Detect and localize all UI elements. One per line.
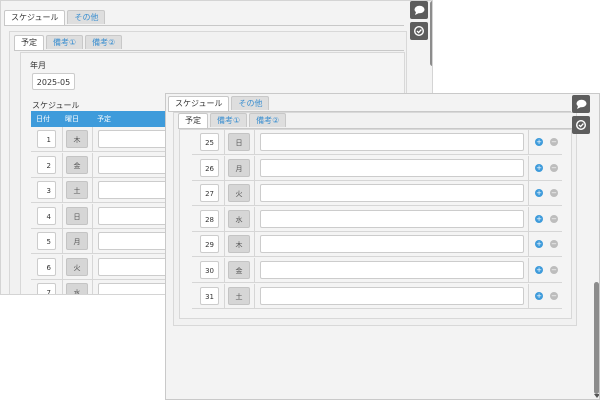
schedule-label: スケジュール (32, 101, 80, 110)
table-row: 30 金 + − (192, 258, 562, 283)
weekday-value: 火 (228, 184, 250, 203)
weekday-value: 水 (66, 283, 88, 294)
cell-divider (528, 283, 529, 308)
plan-input[interactable] (260, 158, 524, 177)
header-weekday: 曜日 (65, 115, 79, 123)
table-row: 29 木 + − (192, 232, 562, 258)
day-field[interactable]: 5 (37, 232, 56, 250)
header-day: 日付 (36, 115, 50, 123)
main-tabs-front: スケジュール その他 (168, 96, 270, 111)
subtab-plan-front[interactable]: 予定 (178, 113, 208, 128)
remove-row-icon[interactable]: − (550, 189, 558, 198)
subtab-plan[interactable]: 予定 (14, 35, 44, 50)
subtab-note1[interactable]: 備考① (46, 35, 84, 49)
schedule-panel-front: 予定 備考① 備考② 25 日 + −26 月 + −27 火 + −28 水 + −29 木 + −30 金 +… (173, 112, 577, 326)
weekday-value: 土 (228, 286, 250, 305)
remove-row-icon[interactable]: − (550, 163, 558, 172)
scrollbar-front[interactable] (594, 282, 599, 394)
remove-row-icon[interactable]: − (550, 240, 558, 249)
plan-input[interactable] (260, 235, 524, 254)
cell-divider (528, 130, 529, 154)
weekday-value: 火 (66, 257, 88, 276)
check-clock-icon[interactable] (410, 22, 428, 40)
plan-input[interactable] (260, 133, 524, 151)
cell-divider (528, 206, 529, 231)
day-field[interactable]: 7 (37, 283, 56, 294)
add-row-icon[interactable]: + (535, 138, 543, 146)
cell-divider (528, 258, 529, 282)
add-row-icon[interactable]: + (535, 189, 543, 198)
weekday-value: 月 (228, 158, 250, 177)
month-label: 年月 (30, 61, 46, 70)
table-row: 31 土 + − (192, 283, 562, 309)
add-row-icon[interactable]: + (535, 163, 543, 172)
weekday-value: 金 (66, 155, 88, 174)
weekday-value: 月 (66, 232, 88, 250)
plan-input[interactable] (260, 261, 524, 279)
add-row-icon[interactable]: + (535, 291, 543, 300)
scroll-down-arrow-icon[interactable] (594, 394, 599, 398)
table-row: 28 水 + − (192, 206, 562, 232)
plan-content-front: 25 日 + −26 月 + −27 火 + −28 水 + −29 木 + −30 金 + −31 土 + − (179, 129, 572, 319)
weekday-value: 木 (228, 235, 250, 254)
day-field[interactable]: 28 (200, 209, 219, 228)
table-row: 27 火 + − (192, 181, 562, 207)
cell-divider (528, 155, 529, 180)
remove-row-icon[interactable]: − (550, 138, 558, 146)
table-row: 26 月 + − (192, 155, 562, 181)
remove-row-icon[interactable]: − (550, 266, 558, 274)
plan-input[interactable] (260, 286, 524, 305)
weekday-value: 日 (66, 206, 88, 225)
day-field[interactable]: 2 (37, 155, 56, 174)
chat-bubble-icon-front[interactable] (572, 95, 590, 113)
tab-schedule-front[interactable]: スケジュール (168, 96, 230, 111)
sub-tabs-front: 予定 備考① 備考② (178, 113, 287, 128)
month-field[interactable]: 2025-05 (32, 73, 75, 90)
add-row-icon[interactable]: + (535, 240, 543, 249)
day-field[interactable]: 26 (200, 158, 219, 177)
day-field[interactable]: 3 (37, 181, 56, 199)
add-row-icon[interactable]: + (535, 266, 543, 274)
weekday-value: 水 (228, 209, 250, 228)
day-field[interactable]: 4 (37, 206, 56, 225)
day-field[interactable]: 31 (200, 286, 219, 305)
weekday-value: 土 (66, 181, 88, 199)
remove-row-icon[interactable]: − (550, 214, 558, 223)
scrollbar-back[interactable] (430, 1, 432, 66)
day-field[interactable]: 27 (200, 184, 219, 203)
day-field[interactable]: 1 (37, 130, 56, 148)
cell-divider (528, 232, 529, 257)
day-field[interactable]: 30 (200, 261, 219, 279)
subtab-note2[interactable]: 備考② (85, 35, 123, 49)
day-field[interactable]: 6 (37, 257, 56, 276)
main-tabs: スケジュール その他 (4, 10, 106, 25)
tab-divider (4, 25, 404, 26)
schedule-window-front: スケジュール その他 予定 備考① 備考② 25 日 + −26 月 + −27 火 + −28 水… (165, 93, 600, 400)
subtab-note1-front[interactable]: 備考① (210, 113, 248, 127)
header-plan: 予定 (97, 115, 111, 123)
day-field[interactable]: 29 (200, 235, 219, 254)
weekday-value: 木 (66, 130, 88, 148)
subtab-divider (14, 50, 404, 51)
plan-input[interactable] (260, 184, 524, 203)
weekday-value: 日 (228, 133, 250, 151)
table-row: 25 日 + − (192, 130, 562, 155)
plan-input[interactable] (260, 209, 524, 228)
tab-other[interactable]: その他 (67, 10, 106, 24)
chat-bubble-icon[interactable] (410, 1, 428, 19)
cell-divider (528, 181, 529, 206)
subtab-note2-front[interactable]: 備考② (249, 113, 287, 127)
tab-schedule[interactable]: スケジュール (4, 10, 66, 25)
check-clock-icon-front[interactable] (572, 116, 590, 134)
day-field[interactable]: 25 (200, 133, 219, 151)
add-row-icon[interactable]: + (535, 214, 543, 223)
weekday-value: 金 (228, 261, 250, 279)
tab-other-front[interactable]: その他 (231, 96, 270, 110)
sub-tabs: 予定 備考① 備考② (14, 35, 123, 50)
remove-row-icon[interactable]: − (550, 291, 558, 300)
